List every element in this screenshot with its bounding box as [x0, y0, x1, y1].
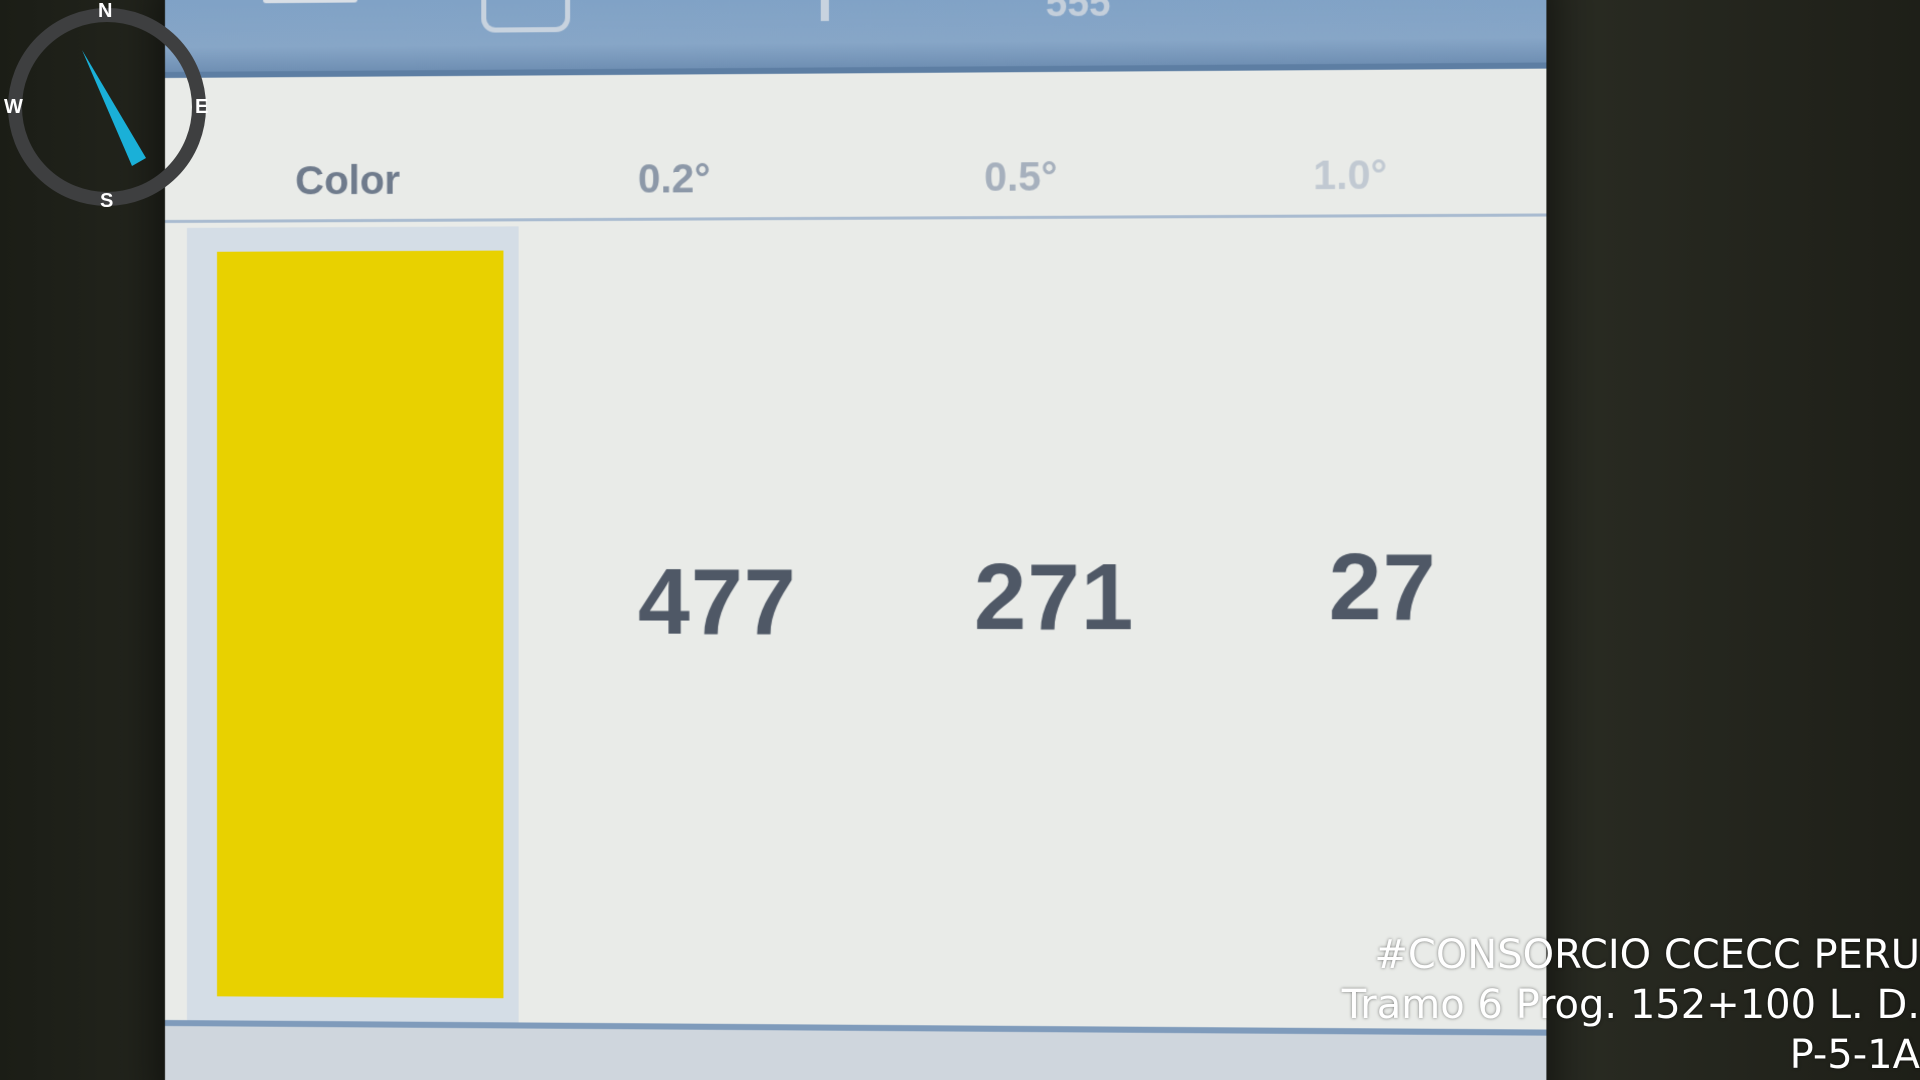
compass-east-label: E — [195, 96, 209, 118]
watermark-line-3: P-5-1A — [1789, 1032, 1920, 1078]
compass-west-label: W — [4, 96, 23, 118]
toolbar-partial-label: 555 — [1045, 0, 1111, 26]
value-angle-1-0: 27 — [1328, 535, 1437, 640]
compass-widget: N S W E — [0, 0, 214, 214]
printer-icon[interactable] — [481, 0, 571, 33]
header-angle-0-2: 0.2° — [637, 156, 711, 202]
compass-ring-icon — [8, 8, 206, 206]
header-color: Color — [295, 158, 401, 204]
device-screen: 555 Color 0.2° 0.5° 1.0° 477 271 27 — [165, 0, 1547, 1080]
top-toolbar: 555 — [165, 0, 1547, 79]
header-angle-1-0: 1.0° — [1313, 153, 1388, 199]
divider-icon — [820, 0, 829, 22]
compass-north-label: N — [98, 0, 113, 22]
bottom-toolbar — [165, 1020, 1547, 1080]
color-swatch — [217, 250, 504, 999]
compass-south-label: S — [100, 190, 114, 212]
photo-frame: 555 Color 0.2° 0.5° 1.0° 477 271 27 N S … — [0, 0, 1920, 1080]
watermark-line-1: #CONSORCIO CCECC PERU — [1374, 932, 1920, 978]
watermark-line-2: Tramo 6 Prog. 152+100 L. D. — [1341, 982, 1920, 1028]
table-header: Color 0.2° 0.5° 1.0° — [165, 131, 1547, 223]
header-angle-0-5: 0.5° — [984, 155, 1058, 200]
value-angle-0-2: 477 — [637, 551, 797, 654]
compass-needle-icon — [82, 50, 146, 166]
color-swatch-frame — [186, 226, 519, 1031]
toolbar-tab-icon[interactable] — [263, 0, 358, 4]
value-angle-0-5: 271 — [973, 546, 1135, 650]
photo-watermark: #CONSORCIO CCECC PERU Tramo 6 Prog. 152+… — [1342, 930, 1920, 1080]
